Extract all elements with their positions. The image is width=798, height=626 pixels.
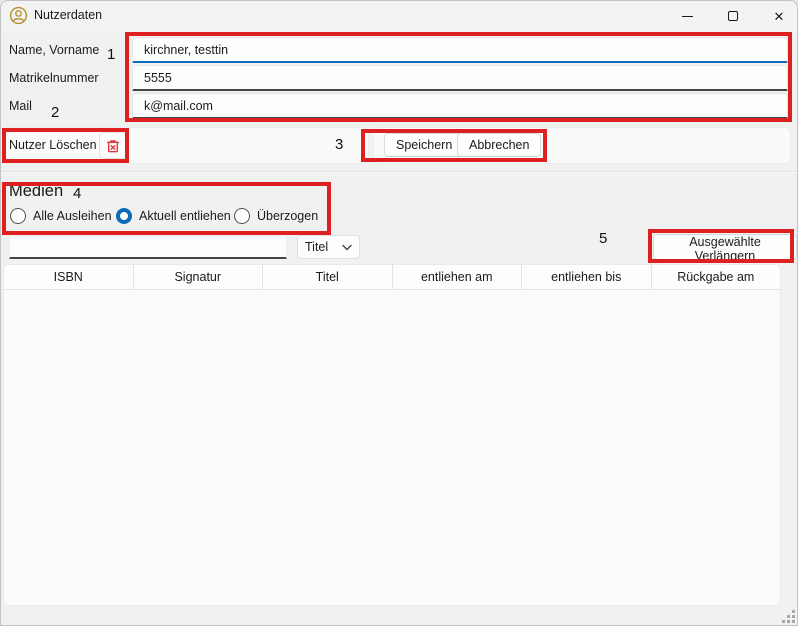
extend-selected-button[interactable]: Ausgewählte Verlängern [653,234,797,260]
annotation-number-3: 3 [335,136,343,153]
table-body-empty [4,290,780,606]
radio-label: Überzogen [257,209,318,223]
annotation-number-5: 5 [599,230,607,247]
table-header-row: ISBN Signatur Titel entliehen am entlieh… [4,265,780,290]
column-header-titel[interactable]: Titel [263,265,393,289]
radio-label: Aktuell entliehen [139,209,231,223]
annotation-number-4: 4 [73,185,81,202]
user-circle-icon [9,6,28,25]
cancel-button[interactable]: Abbrechen [457,133,541,157]
mail-label: Mail [9,99,32,113]
section-divider-highlight [1,172,798,173]
delete-user-button[interactable] [99,132,127,159]
radio-unchecked-icon [10,208,26,224]
media-search-input[interactable] [9,236,287,259]
radio-unchecked-icon [234,208,250,224]
close-button[interactable]: ✕ [756,1,798,31]
radio-aktuell-entliehen[interactable]: Aktuell entliehen [116,208,231,224]
titlebar: Nutzerdaten ✕ [1,1,798,31]
column-header-entliehen-am[interactable]: entliehen am [393,265,523,289]
column-header-isbn[interactable]: ISBN [4,265,134,289]
maximize-button[interactable] [710,1,756,31]
column-header-entliehen-bis[interactable]: entliehen bis [522,265,652,289]
filter-select-value: Titel [305,240,328,254]
maximize-icon [728,11,738,21]
radio-alle-ausleihen[interactable]: Alle Ausleihen [10,208,112,224]
annotation-number-2: 2 [51,104,59,121]
loans-table: ISBN Signatur Titel entliehen am entlieh… [3,264,781,606]
trash-x-icon [105,138,121,154]
save-button[interactable]: Speichern [384,133,464,157]
filter-select[interactable]: Titel [297,235,360,259]
chevron-down-icon [342,244,352,251]
delete-user-label: Nutzer Löschen [9,138,97,152]
radio-ueberzogen[interactable]: Überzogen [234,208,318,224]
name-input[interactable] [132,37,788,63]
minimize-icon [682,16,693,17]
annotation-number-1: 1 [107,46,115,63]
window-title: Nutzerdaten [34,8,102,22]
column-header-rueckgabe-am[interactable]: Rückgabe am [652,265,781,289]
radio-label: Alle Ausleihen [33,209,112,223]
matrikelnummer-input[interactable] [132,65,788,91]
medien-heading: Medien [9,182,63,201]
radio-checked-icon [116,208,132,224]
minimize-button[interactable] [664,1,710,31]
mail-input[interactable] [132,93,788,119]
nutzerdaten-window: Nutzerdaten ✕ Name, Vorname Matrikelnumm… [0,0,798,626]
close-icon: ✕ [774,10,785,23]
column-header-signatur[interactable]: Signatur [134,265,264,289]
matrikelnummer-label: Matrikelnummer [9,71,99,85]
name-label: Name, Vorname [9,43,99,57]
resize-grip[interactable] [780,608,795,623]
